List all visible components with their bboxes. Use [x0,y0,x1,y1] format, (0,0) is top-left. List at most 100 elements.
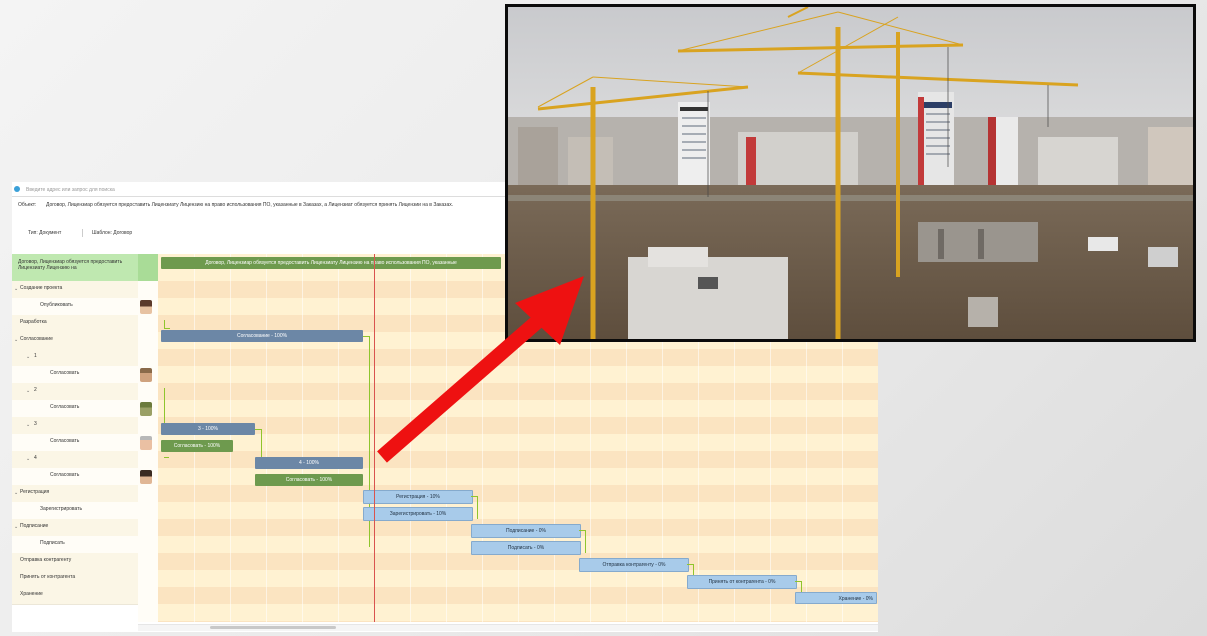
task-row[interactable]: ⌄ 4 [12,451,138,469]
document-fields: Тип: Документ Шаблон: Договор [12,228,512,238]
dependency-connector [164,388,170,425]
task-row[interactable]: Опубликовать [12,298,138,316]
task-row[interactable]: Согласовать [12,434,138,452]
dependency-connector [164,457,169,458]
avatar[interactable] [140,470,152,484]
gantt-bar[interactable]: Регистрация - 10% [363,490,473,504]
task-label: Согласование [20,336,53,342]
avatar[interactable] [140,300,152,314]
task-list: Договор, Лицензиар обязуется предоставит… [12,254,138,622]
back-icon[interactable] [14,186,20,192]
dependency-connector [579,530,586,553]
gridline [230,254,231,622]
dependency-connector [471,496,478,519]
gantt-bar[interactable]: Согласовать - 100% [255,474,363,486]
gantt-bar[interactable]: Хранение - 0% [795,592,877,604]
collapse-icon[interactable]: ⌄ [14,337,18,343]
task-row[interactable]: ⌄ Согласование [12,332,138,350]
ground [508,185,1193,339]
task-label: Подписание [20,523,49,529]
task-row-root[interactable]: Договор, Лицензиар обязуется предоставит… [12,254,138,282]
task-row[interactable]: ⌄ Подписание [12,519,138,537]
collapse-icon[interactable]: ⌄ [26,456,30,462]
task-label: Отправка контрагенту [20,557,72,563]
task-row[interactable]: ⌄ 1 [12,349,138,367]
task-row[interactable]: ⌄ Создание проекта [12,281,138,299]
collapse-icon[interactable]: ⌄ [26,422,30,428]
dependency-connector [164,320,170,329]
gantt-bar-root[interactable]: Договор, Лицензиар обязуется предоставит… [161,257,501,269]
task-label: Принять от контрагента [20,574,76,580]
task-row[interactable]: Согласовать [12,468,138,486]
task-label: Подписать [40,540,65,546]
gantt-bar[interactable]: Подписать - 0% [471,541,581,555]
construction-site-photo [508,7,1193,339]
gridline [266,254,267,622]
dependency-connector [795,581,802,592]
gridline [338,254,339,622]
task-row[interactable]: Отправка контрагенту [12,553,138,571]
task-row[interactable]: Согласовать [12,400,138,418]
task-row[interactable]: Согласовать [12,366,138,384]
collapse-icon[interactable]: ⌄ [14,490,18,496]
task-row[interactable]: Зарегистрировать [12,502,138,520]
avatar[interactable] [140,368,152,382]
scrollbar-thumb[interactable] [210,626,336,629]
assignee-header [138,254,158,281]
gantt-bar[interactable]: Подписание - 0% [471,524,581,538]
task-label: Создание проекта [20,285,63,291]
collapse-icon[interactable]: ⌄ [14,286,18,292]
avatar[interactable] [140,402,152,416]
task-label: Согласовать [50,370,80,376]
task-label: Разработка [20,319,47,325]
field-divider [82,229,83,237]
horizontal-scrollbar[interactable] [138,624,878,631]
gantt-bar[interactable]: Принять от контрагента - 0% [687,575,797,589]
avatar[interactable] [140,436,152,450]
task-row[interactable]: Принять от контрагента [12,570,138,588]
task-label: 1 [34,353,37,359]
construction-photo-frame [505,4,1196,342]
task-label: 3 [34,421,37,427]
document-type-field[interactable]: Тип: Документ [28,230,61,236]
gridline [194,254,195,622]
road [508,195,1193,201]
object-label: Объект: [18,202,37,208]
task-label: Согласовать [50,404,80,410]
task-label: 4 [34,455,37,461]
gantt-bar[interactable]: 4 - 100% [255,457,363,469]
task-label: Опубликовать [40,302,73,308]
gridline [410,254,411,622]
task-label: Регистрация [20,489,50,495]
address-bar[interactable]: Введите адрес или запрос для поиска [12,184,512,197]
task-label: Согласовать [50,472,80,478]
task-row[interactable]: Хранение [12,587,138,605]
gantt-bar[interactable]: Согласовать - 100% [161,440,233,452]
task-row[interactable]: ⌄ 2 [12,383,138,401]
dependency-connector [255,429,262,458]
task-row[interactable]: Разработка [12,315,138,333]
dependency-connector [687,564,694,575]
gantt-bar[interactable]: Зарегистрировать - 10% [363,507,473,521]
assignee-column [138,254,158,622]
collapse-icon[interactable]: ⌄ [26,388,30,394]
task-label: Договор, Лицензиар обязуется предоставит… [18,259,123,271]
collapse-icon[interactable]: ⌄ [26,354,30,360]
document-template-field[interactable]: Шаблон: Договор [92,230,132,236]
task-label: 2 [34,387,37,393]
object-text: Договор, Лицензиар обязуется предоставит… [46,202,454,208]
gantt-bar[interactable]: Отправка контрагенту - 0% [579,558,689,572]
task-row[interactable]: Подписать [12,536,138,554]
task-row[interactable]: ⌄ 3 [12,417,138,435]
address-input[interactable]: Введите адрес или запрос для поиска [26,187,115,193]
task-label: Хранение [20,591,43,597]
today-line [374,254,375,622]
gantt-bar[interactable]: Согласование - 100% [161,330,363,342]
gantt-bar[interactable]: 3 - 100% [161,423,255,435]
construction-scene [508,7,1193,339]
task-row[interactable]: ⌄ Регистрация [12,485,138,503]
task-label: Согласовать [50,438,80,444]
collapse-icon[interactable]: ⌄ [14,524,18,530]
gridline [302,254,303,622]
gridline [482,254,483,622]
